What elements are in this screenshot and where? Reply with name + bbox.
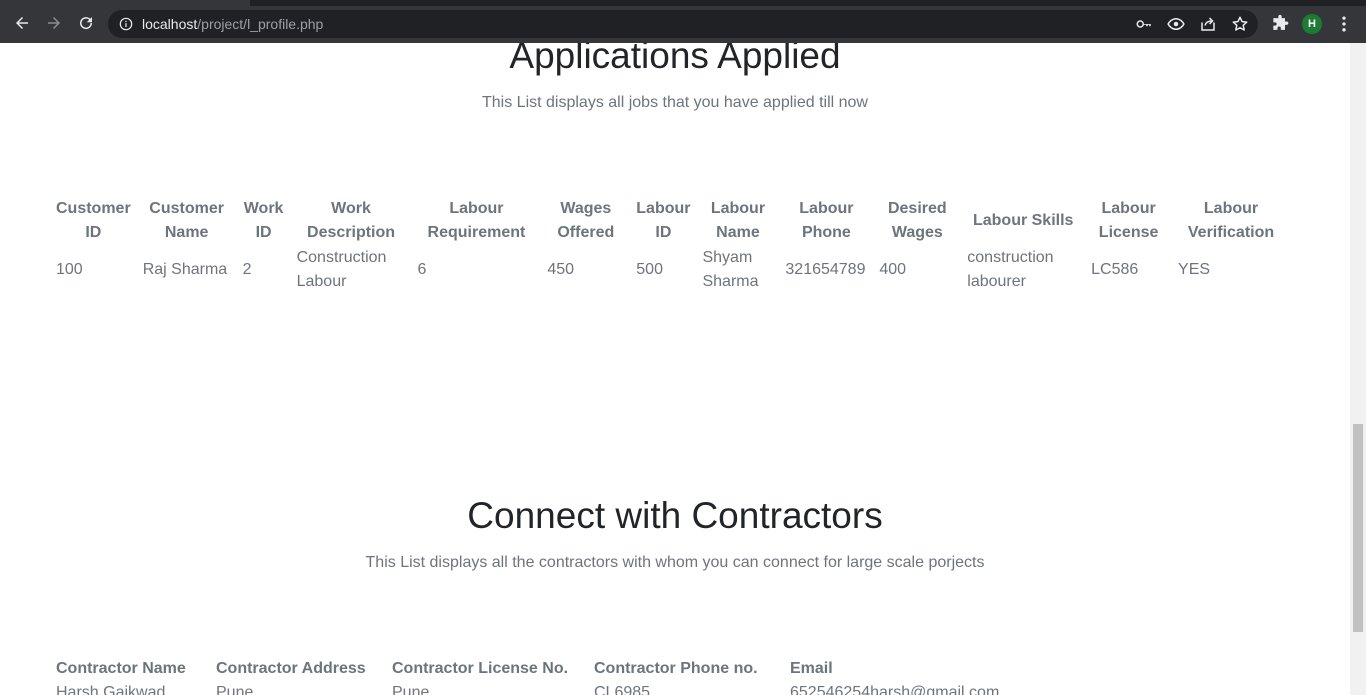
reload-button[interactable] [75, 12, 97, 34]
applications-header-row: Customer ID Customer Name Work ID Work D… [50, 197, 1290, 245]
cell-labour-id: 500 [636, 261, 663, 278]
col-customer-id: Customer ID [56, 200, 131, 241]
forward-button[interactable] [43, 12, 65, 34]
cell-labour-license: LC586 [1091, 261, 1139, 278]
col-desired-wages: Desired Wages [887, 200, 947, 241]
col-labour-phone: Labour Phone [799, 200, 854, 241]
cell-wages-offered: 450 [547, 261, 575, 278]
address-bar[interactable]: localhost/project/l_profile.php [108, 10, 1258, 38]
eye-icon[interactable] [1167, 15, 1185, 33]
col-labour-skills: Labour Skills [972, 212, 1074, 229]
profile-avatar[interactable]: H [1302, 14, 1322, 34]
table-row: Harsh Gaikwad Pune Pune CL6985 652546254… [50, 681, 1014, 695]
cell-contractor-name: Harsh Gaikwad [56, 684, 166, 695]
col-contractor-name: Contractor Name [56, 660, 186, 677]
back-button[interactable] [11, 12, 33, 34]
contractor-email-value: harsh@gmail.com [870, 684, 1000, 695]
extensions-puzzle-icon[interactable] [1270, 14, 1290, 34]
contractors-subtitle: This List displays all the contractors w… [365, 554, 985, 571]
url-text: localhost/project/l_profile.php [142, 16, 323, 32]
cell-labour-skills: construction labourer [967, 249, 1054, 290]
browser-menu-icon[interactable] [1334, 14, 1354, 34]
cell-contractor-address: Pune [216, 684, 254, 695]
url-host: localhost [142, 16, 198, 32]
table-row: 100 Raj Sharma 2 Construction Labour 6 4… [50, 245, 1290, 295]
cell-labour-verification: YES [1178, 261, 1211, 278]
cell-labour-name: Shyam Sharma [702, 249, 759, 290]
col-contractor-address: Contractor Address [216, 660, 366, 677]
cell-contractor-email: 652546254harsh@gmail.com [784, 681, 1014, 695]
col-contractor-license: Contractor License No. [392, 660, 569, 677]
col-contractor-email: Email [790, 660, 833, 677]
col-wages-offered: Wages Offered [557, 200, 615, 241]
bookmark-star-icon[interactable] [1231, 15, 1249, 33]
cell-work-id: 2 [242, 261, 252, 278]
col-labour-name: Labour Name [710, 200, 766, 241]
col-labour-requirement: Labour Requirement [427, 200, 526, 241]
contractor-phone-value: 652546254 [790, 684, 871, 695]
scrollbar-thumb[interactable] [1353, 424, 1363, 632]
cell-customer-id: 100 [56, 261, 83, 278]
cell-customer-name: Raj Sharma [142, 261, 228, 278]
back-arrow-icon [16, 17, 28, 29]
col-work-description: Work Description [307, 200, 396, 241]
cell-contractor-phone: CL6985 [594, 684, 651, 695]
vertical-scrollbar[interactable] [1350, 43, 1366, 695]
active-tab[interactable] [0, 0, 250, 6]
cell-work-description: Construction Labour [296, 249, 387, 290]
cell-labour-phone: 321654789 [785, 261, 866, 278]
col-contractor-phone: Contractor Phone no. [594, 660, 758, 677]
browser-toolbar: localhost/project/l_profile.php H [0, 0, 1366, 43]
col-customer-name: Customer Name [149, 200, 224, 241]
site-info-icon[interactable] [119, 17, 133, 31]
cell-labour-requirement: 6 [417, 261, 427, 278]
tab-strip [0, 0, 1366, 6]
reload-icon [80, 17, 93, 30]
col-labour-license: Labour License [1098, 200, 1159, 241]
cell-desired-wages: 400 [879, 261, 907, 278]
col-labour-id: Labour ID [636, 200, 691, 241]
forward-arrow-icon [48, 17, 60, 29]
applications-subtitle: This List displays all jobs that you hav… [482, 94, 868, 111]
share-icon[interactable] [1199, 15, 1217, 33]
url-path: /project/l_profile.php [197, 16, 324, 32]
cell-contractor-license: Pune [392, 684, 430, 695]
col-labour-verification: Labour Verification [1187, 200, 1275, 241]
contractors-table: Contractor Name Contractor Address Contr… [50, 657, 1014, 695]
contractors-header-row: Contractor Name Contractor Address Contr… [50, 657, 1014, 681]
applications-title: Applications Applied [509, 43, 841, 76]
col-work-id: Work ID [243, 200, 284, 241]
page-content: Applications Applied This List displays … [0, 43, 1350, 695]
contractors-title: Connect with Contractors [467, 495, 883, 536]
applications-table: Customer ID Customer Name Work ID Work D… [50, 197, 1290, 295]
key-icon[interactable] [1135, 15, 1153, 33]
